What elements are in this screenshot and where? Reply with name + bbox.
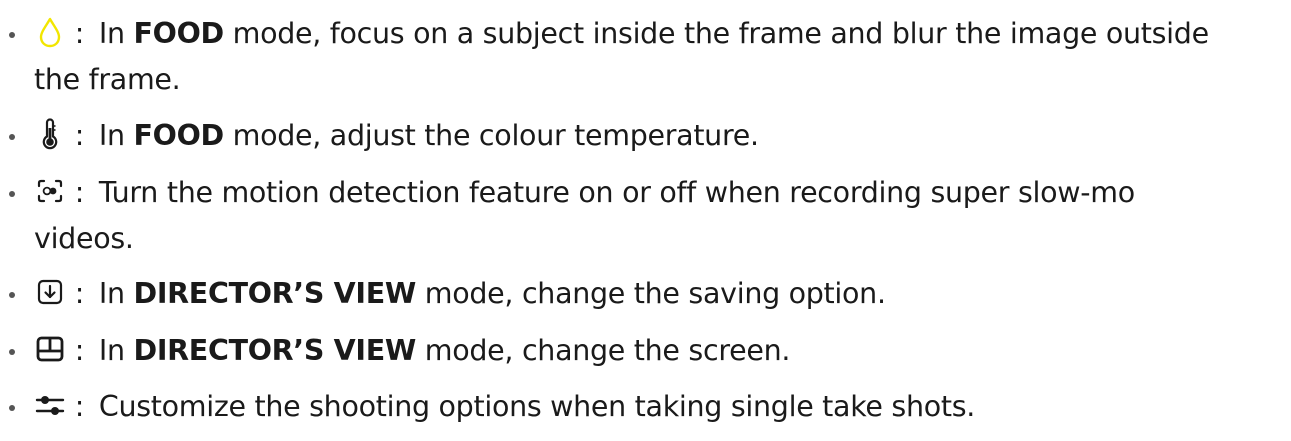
bullet [6, 170, 20, 216]
mode-name: DIRECTOR’S VIEW [133, 334, 417, 367]
item-content: : In FOOD mode, focus on a subject insid… [34, 11, 1284, 103]
mode-name: FOOD [133, 119, 224, 152]
screen-layout-icon [34, 333, 66, 365]
motion-detection-icon [34, 175, 66, 207]
item-content: : Turn the motion detection feature on o… [34, 170, 1284, 262]
sliders-icon [34, 389, 66, 421]
mode-name: DIRECTOR’S VIEW [133, 277, 417, 310]
icon-separator: : [74, 277, 85, 310]
item-pre-text: In [98, 119, 125, 152]
item-text: mode, change the screen. [424, 334, 791, 367]
mode-name: FOOD [133, 17, 224, 50]
bullet [6, 384, 20, 430]
item-pre-text: In [98, 277, 125, 310]
save-download-icon [34, 276, 66, 308]
item-text: mode, change the saving option. [424, 277, 886, 310]
item-content: : Customize the shooting options when ta… [34, 384, 1284, 430]
icon-separator: : [74, 17, 85, 50]
item-text: mode, focus on a subject inside the fram… [232, 17, 1209, 50]
item-text: mode, adjust the colour temperature. [232, 119, 759, 152]
bullet [6, 11, 20, 57]
item-text-continued: the frame. [34, 63, 181, 96]
item-pre-text: In [98, 17, 125, 50]
item-pre-text: In [98, 334, 125, 367]
bullet [6, 113, 20, 159]
icon-separator: : [74, 176, 85, 209]
item-content: : In FOOD mode, adjust the colour temper… [34, 113, 1284, 159]
icon-separator: : [74, 390, 85, 423]
item-text-continued: videos. [34, 222, 134, 255]
item-content: : In DIRECTOR’S VIEW mode, change the sc… [34, 328, 1284, 374]
bullet-list: : In FOOD mode, focus on a subject insid… [0, 0, 1291, 441]
drop-shape-icon [34, 16, 66, 48]
icon-separator: : [74, 334, 85, 367]
item-content: : In DIRECTOR’S VIEW mode, change the sa… [34, 271, 1284, 317]
item-text: Customize the shooting options when taki… [98, 390, 976, 423]
bullet [6, 271, 20, 317]
bullet [6, 328, 20, 374]
item-text: Turn the motion detection feature on or … [98, 176, 1135, 209]
icon-separator: : [74, 119, 85, 152]
thermometer-icon [34, 118, 66, 150]
